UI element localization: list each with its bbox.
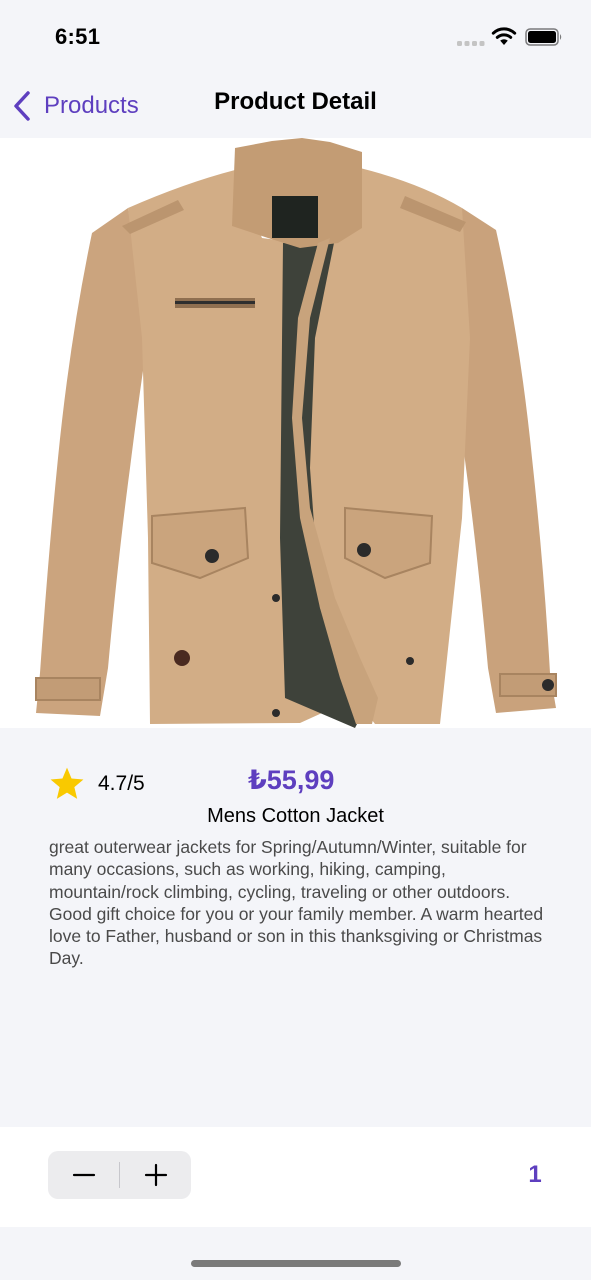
- star-icon: [50, 767, 84, 799]
- jacket-photo-icon: [35, 138, 557, 728]
- wifi-icon: [491, 27, 517, 45]
- quantity-stepper: [48, 1151, 191, 1199]
- quantity-value: 1: [528, 1161, 542, 1188]
- product-price: ₺55,99: [248, 765, 335, 795]
- quantity-bar: 1: [0, 1127, 591, 1227]
- plus-icon: [144, 1163, 167, 1187]
- product-description: great outerwear jackets for Spring/Autum…: [49, 837, 544, 969]
- back-button[interactable]: Products: [12, 88, 139, 124]
- cellular-signal-icon: [457, 41, 485, 46]
- product-name: Mens Cotton Jacket: [207, 805, 384, 827]
- minus-icon: [72, 1173, 95, 1177]
- decrement-button[interactable]: [48, 1151, 119, 1199]
- status-time: 6:51: [55, 24, 101, 49]
- rating: 4.7/5: [48, 766, 145, 802]
- navigation-bar: Product Detail Products: [0, 76, 591, 136]
- home-indicator[interactable]: [191, 1260, 401, 1267]
- increment-button[interactable]: [120, 1151, 191, 1199]
- status-bar: 6:51: [0, 0, 591, 76]
- product-image: [0, 138, 591, 728]
- rating-value: 4.7/5: [98, 772, 145, 795]
- chevron-left-icon: [14, 91, 30, 121]
- battery-icon: [525, 28, 562, 46]
- back-button-label: Products: [44, 92, 139, 119]
